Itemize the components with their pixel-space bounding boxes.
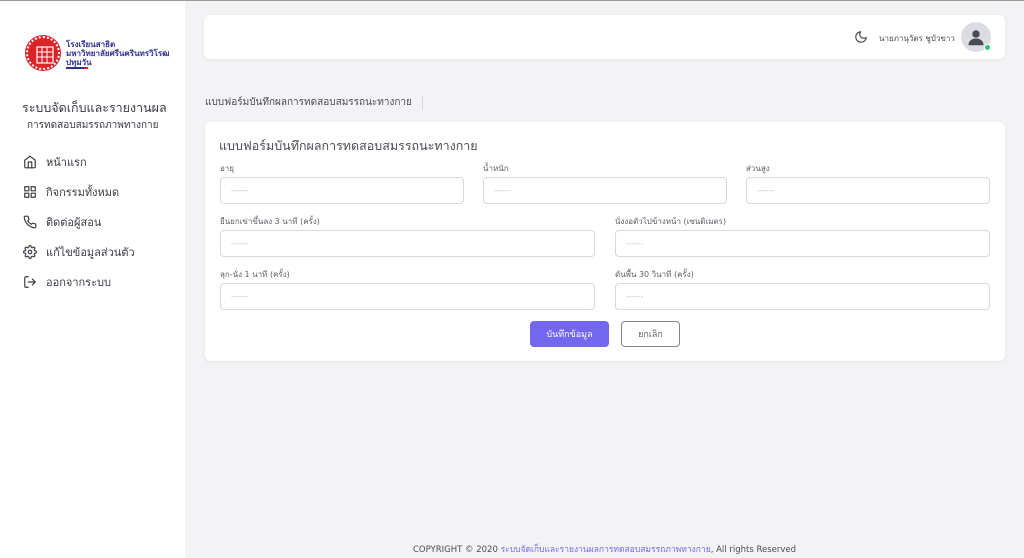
age-input[interactable]: [220, 177, 464, 204]
settings-icon: [22, 245, 37, 260]
logo-text: โรงเรียนสาธิต มหาวิทยาลัยศรีนครินทรวิโรฒ…: [66, 40, 169, 67]
sidebar-item-home[interactable]: หน้าแรก: [22, 147, 182, 177]
top-navbar: นายภานุวัตร ชูบัวขาว: [204, 15, 1005, 59]
grid-icon: [22, 185, 37, 200]
sidebar-item-logout[interactable]: ออกจากระบบ: [22, 267, 182, 297]
breadcrumb: แบบฟอร์มบันทึกผลการทดสอบสมรรถนะทางกาย: [205, 95, 423, 110]
sidebar: โรงเรียนสาธิต มหาวิทยาลัยศรีนครินทรวิโรฒ…: [0, 1, 185, 558]
logo-line-1: โรงเรียนสาธิต: [66, 40, 116, 49]
sidebar-item-label: ออกจากระบบ: [46, 276, 111, 289]
phone-icon: [22, 215, 37, 230]
sidebar-item-contact[interactable]: ติดต่อผู้สอน: [22, 207, 182, 237]
push-up-label: ดันพื้น 30 วินาที (ครั้ง): [615, 270, 694, 279]
school-logo[interactable]: โรงเรียนสาธิต มหาวิทยาลัยศรีนครินทรวิโรฒ…: [26, 36, 176, 70]
user-icon: [968, 30, 984, 46]
age-label: อายุ: [220, 164, 234, 173]
form-card: แบบฟอร์มบันทึกผลการทดสอบสมรรถนะทางกาย อา…: [205, 122, 1005, 361]
home-icon: [22, 155, 37, 170]
height-input[interactable]: [746, 177, 990, 204]
sit-reach-input[interactable]: [615, 230, 990, 257]
weight-label: น้ำหนัก: [483, 164, 509, 173]
sit-stand-input[interactable]: [220, 283, 595, 310]
footer-system-link[interactable]: ระบบจัดเก็บและรายงานผลการทดสอบสมรรถภาพทา…: [501, 545, 711, 555]
step-up-input[interactable]: [220, 230, 595, 257]
logo-underline-accent: [84, 67, 88, 69]
sidebar-item-label: กิจกรรมทั้งหมด: [46, 186, 120, 199]
sidebar-item-activities[interactable]: กิจกรรมทั้งหมด: [22, 177, 182, 207]
footer-rights: , All rights Reserved: [710, 545, 797, 555]
logo-line-2: มหาวิทยาลัยศรีนครินทรวิโรฒ: [66, 49, 170, 58]
footer: COPYRIGHT © 2020 ระบบจัดเก็บและรายงานผลก…: [185, 542, 1024, 556]
sit-reach-label: นั่งงอตัวไปข้างหน้า (เซนติเมตร): [615, 217, 727, 226]
logo-underline: [66, 67, 84, 69]
sidebar-item-label: ติดต่อผู้สอน: [46, 216, 102, 229]
weight-input[interactable]: [483, 177, 727, 204]
sidebar-menu: หน้าแรก กิจกรรมทั้งหมด ติดต่อผู้สอน แก้ไ…: [22, 147, 182, 297]
sidebar-item-label: หน้าแรก: [46, 156, 87, 169]
sidebar-item-profile[interactable]: แก้ไขข้อมูลส่วนตัว: [22, 237, 182, 267]
push-up-input[interactable]: [615, 283, 990, 310]
step-up-label: ยืนยกเข่าขึ้นลง 3 นาที (ครั้ง): [220, 217, 320, 226]
logout-icon: [22, 275, 37, 290]
system-title: ระบบจัดเก็บและรายงานผล: [22, 100, 167, 115]
sidebar-item-label: แก้ไขข้อมูลส่วนตัว: [46, 246, 135, 259]
form-title: แบบฟอร์มบันทึกผลการทดสอบสมรรถนะทางกาย: [219, 138, 478, 153]
online-status-dot: [984, 44, 991, 51]
school-seal-icon: [26, 36, 60, 70]
save-button[interactable]: บันทึกข้อมูล: [530, 321, 609, 347]
footer-copyright: COPYRIGHT © 2020: [412, 545, 501, 555]
height-label: ส่วนสูง: [746, 164, 770, 173]
cancel-button[interactable]: ยกเลิก: [621, 321, 680, 347]
dark-mode-toggle-icon[interactable]: [854, 29, 868, 43]
system-subtitle: การทดสอบสมรรถภาพทางกาย: [27, 120, 159, 131]
sit-stand-label: ลุก-นั่ง 1 นาที (ครั้ง): [220, 270, 290, 279]
logo-line-3: ปทุมวัน: [66, 58, 92, 67]
user-name[interactable]: นายภานุวัตร ชูบัวขาว: [879, 32, 955, 45]
